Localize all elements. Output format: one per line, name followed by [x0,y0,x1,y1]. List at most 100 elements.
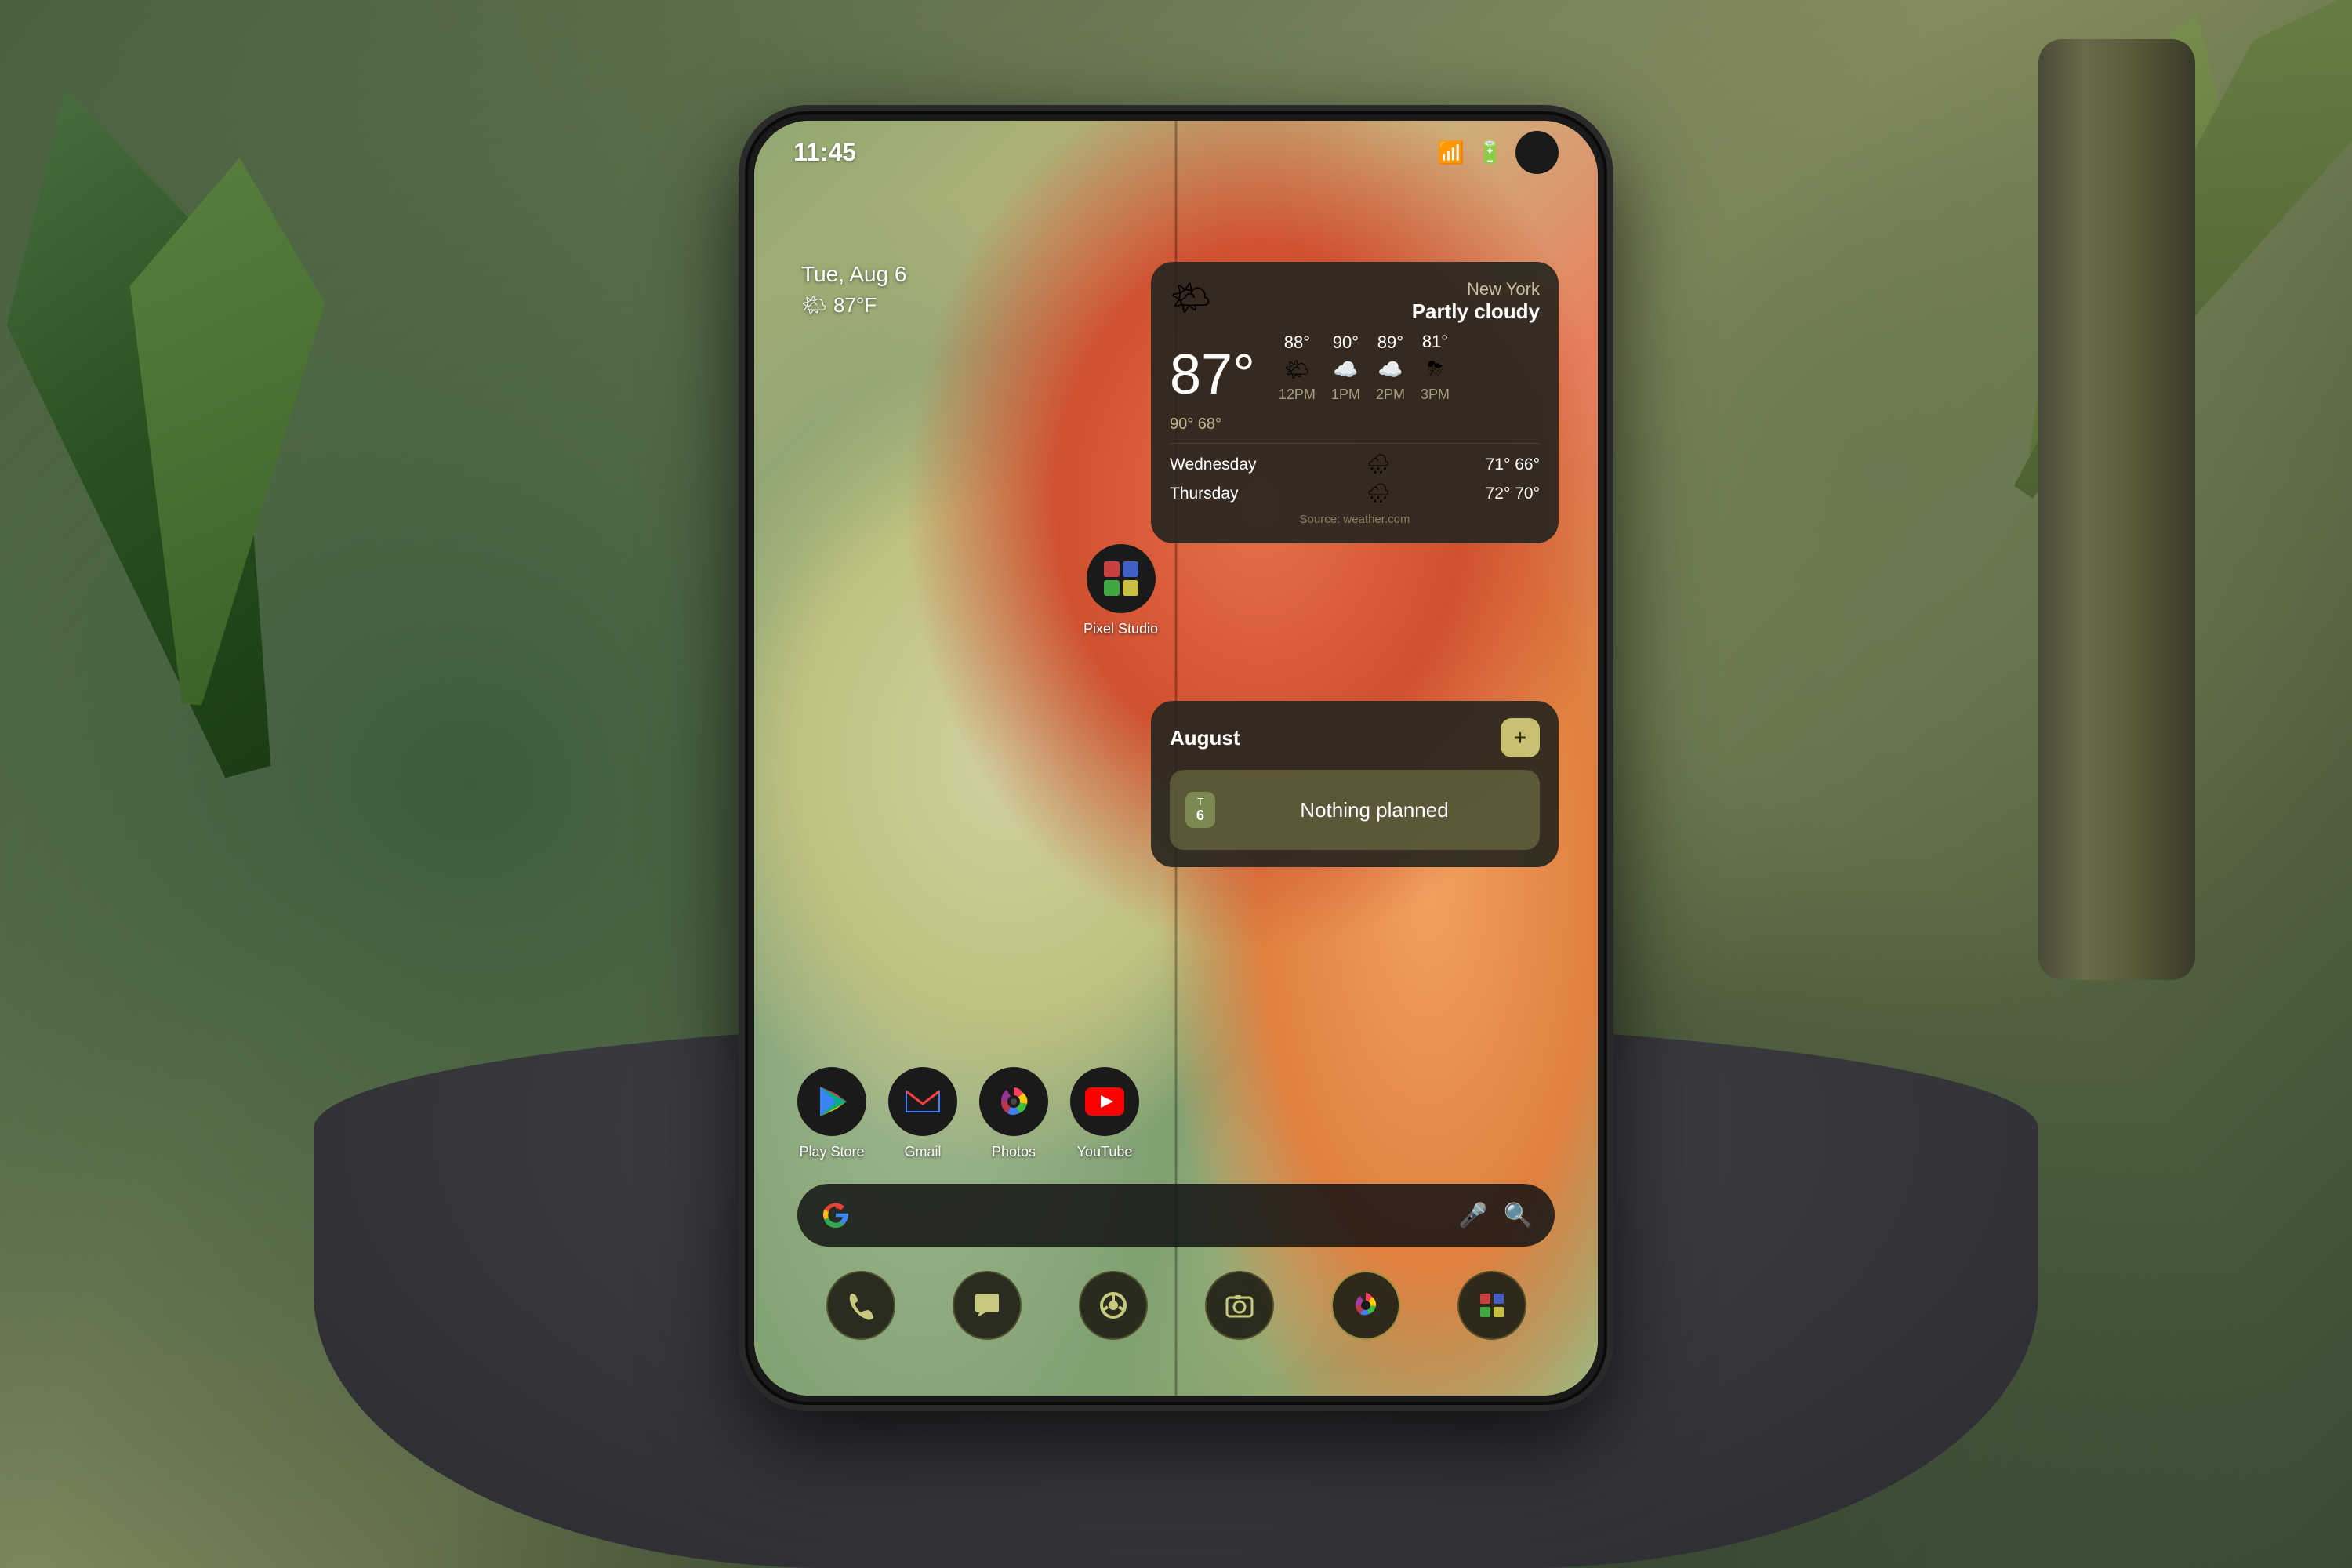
play-store-svg [814,1083,850,1120]
messages-icon [971,1290,1003,1321]
pixel-studio-app[interactable]: Pixel Studio [1083,544,1158,637]
gmail-svg [903,1087,942,1116]
daily-icon-thu: 🌧 [1367,482,1390,505]
youtube-app[interactable]: YouTube [1070,1067,1139,1160]
voice-search-icon[interactable]: 🎤 [1458,1202,1487,1229]
hourly-temp-1: 90° [1333,332,1359,353]
pixel-studio-label: Pixel Studio [1083,621,1158,637]
search-bar[interactable]: 🎤 🔍 [797,1184,1555,1247]
hourly-time-3: 3PM [1421,387,1450,403]
weather-source: Source: weather.com [1170,513,1540,526]
phone-screen: 11:45 📶 🔋 Tue, Aug 6 🌤 87°F 🌤 [754,121,1598,1396]
weather-condition: Partly cloudy [1412,299,1540,324]
calendar-month: August [1170,726,1240,750]
dock-photos[interactable] [1331,1271,1400,1340]
pixel-studio-dock-icon [1476,1290,1508,1321]
weather-widget[interactable]: 🌤 New York Partly cloudy 87° 88° 🌤 12PM [1151,262,1559,543]
daily-temps-thu: 72° 70° [1486,485,1540,503]
app-grid: Play Store Gmail [797,1067,1139,1160]
date-label: Tue, Aug 6 [801,262,906,287]
phone-device: 11:45 📶 🔋 Tue, Aug 6 🌤 87°F 🌤 [745,111,1607,1405]
dock-pixel-studio[interactable] [1457,1271,1526,1340]
battery-icon: 🔋 [1476,140,1504,165]
day-name-thu: Thursday [1170,485,1272,503]
hourly-item: 90° ☁️ 1PM [1331,332,1360,403]
date-widget: Tue, Aug 6 🌤 87°F [801,262,906,318]
calendar-widget[interactable]: August + T 6 Nothing planned [1151,701,1559,867]
nothing-planned-text: Nothing planned [1225,798,1524,822]
lens-search-icon[interactable]: 🔍 [1504,1202,1533,1229]
daily-forecast: Wednesday 🌧 71° 66° Thursday 🌧 72° 70° [1170,453,1540,505]
photos-svg [996,1083,1032,1120]
calendar-day-badge: T 6 [1185,792,1215,828]
youtube-svg [1085,1087,1124,1116]
camera-icon [1224,1290,1255,1321]
temp-range: 90° 68° [1170,416,1540,434]
hourly-temp-0: 88° [1284,332,1310,353]
calendar-day-letter: T [1197,796,1203,808]
hourly-time-0: 12PM [1279,387,1316,403]
day-name-wed: Wednesday [1170,456,1272,474]
hourly-temp-3: 81° [1422,332,1448,352]
hourly-item: 89° ☁️ 2PM [1376,332,1405,403]
youtube-label: YouTube [1077,1144,1133,1160]
status-bar: 11:45 📶 🔋 [754,121,1598,183]
play-store-app[interactable]: Play Store [797,1067,866,1160]
weather-location: New York Partly cloudy [1412,279,1540,324]
hourly-time-2: 2PM [1376,387,1405,403]
search-icons: 🎤 🔍 [1458,1202,1533,1229]
add-event-button[interactable]: + [1501,718,1540,757]
phone-icon [845,1290,877,1321]
hourly-item: 88° 🌤 12PM [1279,332,1316,403]
front-camera [1515,131,1559,174]
weather-divider [1170,443,1540,444]
gmail-icon [888,1067,957,1136]
hourly-forecast: 88° 🌤 12PM 90° ☁️ 1PM 89° ☁️ 2PM [1279,332,1540,403]
dock-phone[interactable] [826,1271,895,1340]
daily-row-wed: Wednesday 🌧 71° 66° [1170,453,1540,476]
calendar-day-number: 6 [1196,808,1204,824]
hourly-icon-2: ☁️ [1377,358,1403,382]
photos-app[interactable]: Photos [979,1067,1048,1160]
weather-small-icon: 🌤 [801,293,827,318]
photos-label: Photos [992,1144,1036,1160]
current-temp: 87° [1170,347,1255,403]
play-store-label: Play Store [799,1144,864,1160]
weather-small: 🌤 87°F [801,293,906,318]
weather-small-temp: 87°F [833,293,877,318]
dock-messages[interactable] [953,1271,1022,1340]
youtube-icon [1070,1067,1139,1136]
hourly-icon-0: 🌤 [1284,358,1310,382]
dock-chrome[interactable] [1079,1271,1148,1340]
daily-row-thu: Thursday 🌧 72° 70° [1170,482,1540,505]
status-icons: 📶 🔋 [1437,131,1559,174]
status-time: 11:45 [793,138,856,167]
photos-icon [979,1067,1048,1136]
gmail-label: Gmail [904,1144,941,1160]
hourly-time-1: 1PM [1331,387,1360,403]
play-store-icon [797,1067,866,1136]
nothing-planned-container: T 6 Nothing planned [1170,770,1540,850]
tree-trunk [2038,39,2195,980]
daily-temps-wed: 71° 66° [1486,456,1540,474]
weather-main: 87° 88° 🌤 12PM 90° ☁️ 1PM [1170,332,1540,403]
weather-header: 🌤 New York Partly cloudy [1170,279,1540,324]
dock [797,1262,1555,1348]
pixel-studio-icon [1087,544,1156,613]
calendar-header: August + [1170,718,1540,757]
chrome-icon [1098,1290,1129,1321]
hourly-item: 81° ⛈ 3PM [1421,332,1450,403]
city-name: New York [1412,279,1540,299]
scene: 11:45 📶 🔋 Tue, Aug 6 🌤 87°F 🌤 [0,0,2352,1568]
wifi-icon: 📶 [1437,140,1465,165]
hourly-icon-1: ☁️ [1333,358,1358,382]
photos-dock-icon [1350,1290,1381,1321]
dock-camera[interactable] [1205,1271,1274,1340]
daily-icon-wed: 🌧 [1367,453,1390,476]
weather-main-icon: 🌤 [1170,279,1211,318]
pixel-studio-svg [1098,555,1145,602]
gmail-app[interactable]: Gmail [888,1067,957,1160]
google-logo [819,1199,852,1232]
google-g-svg [822,1201,850,1229]
hourly-icon-3: ⛈ [1427,357,1443,382]
